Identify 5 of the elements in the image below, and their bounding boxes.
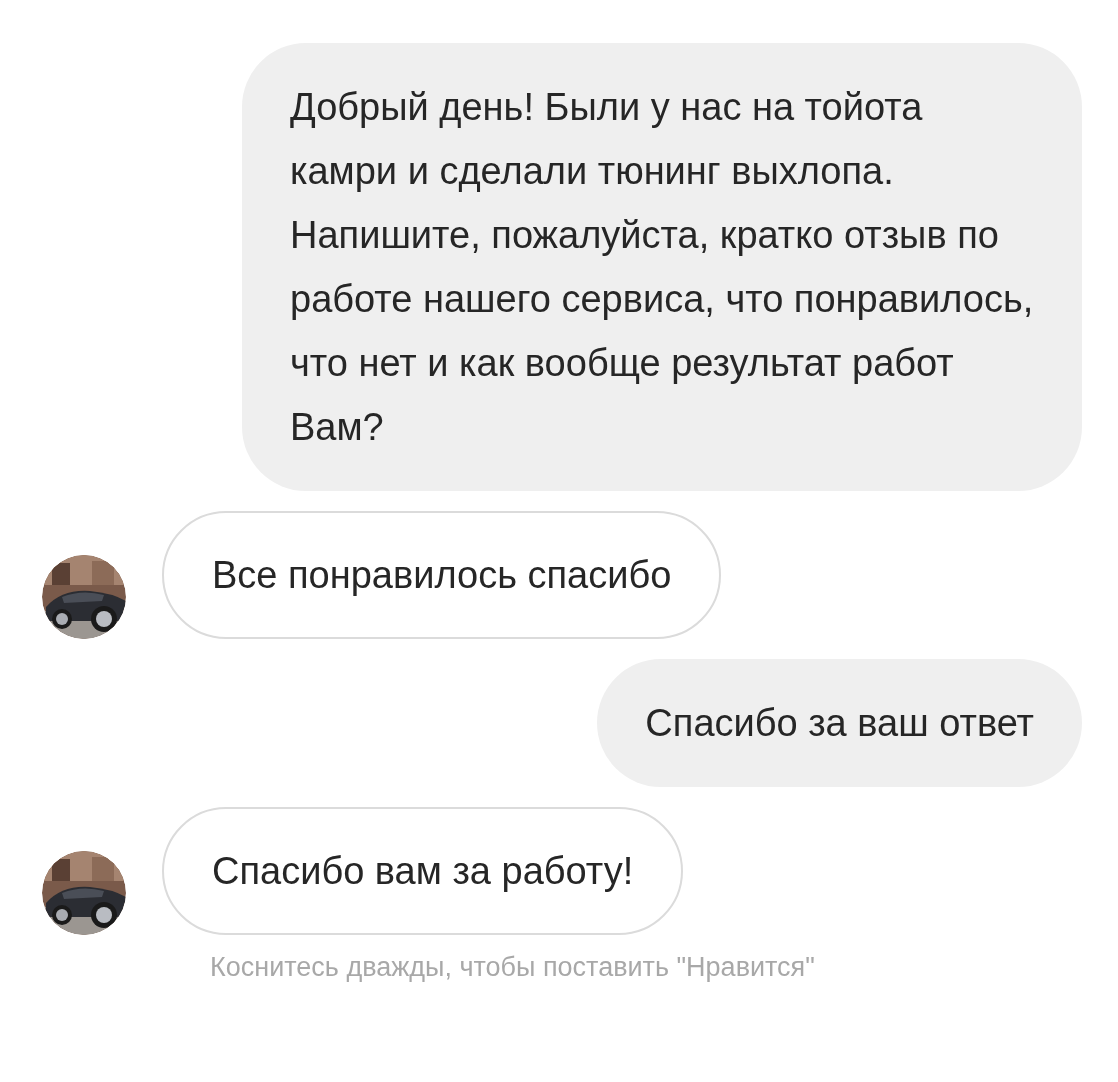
message-bubble: Спасибо вам за работу!: [162, 807, 684, 935]
message-bubble: Спасибо за ваш ответ: [597, 659, 1082, 787]
double-tap-hint: Коснитесь дважды, чтобы поставить "Нравится": [210, 951, 816, 983]
message-bubble: Добрый день! Были у нас на тойота камри и сделали тюнинг выхлопа. Напишите, пожалуйста, кратко отзыв по работе нашего сервиса, что понравилось, что нет и как вообще результат работ Вам?: [242, 43, 1082, 491]
message-bubble: Все понравилось спасибо: [162, 511, 722, 639]
